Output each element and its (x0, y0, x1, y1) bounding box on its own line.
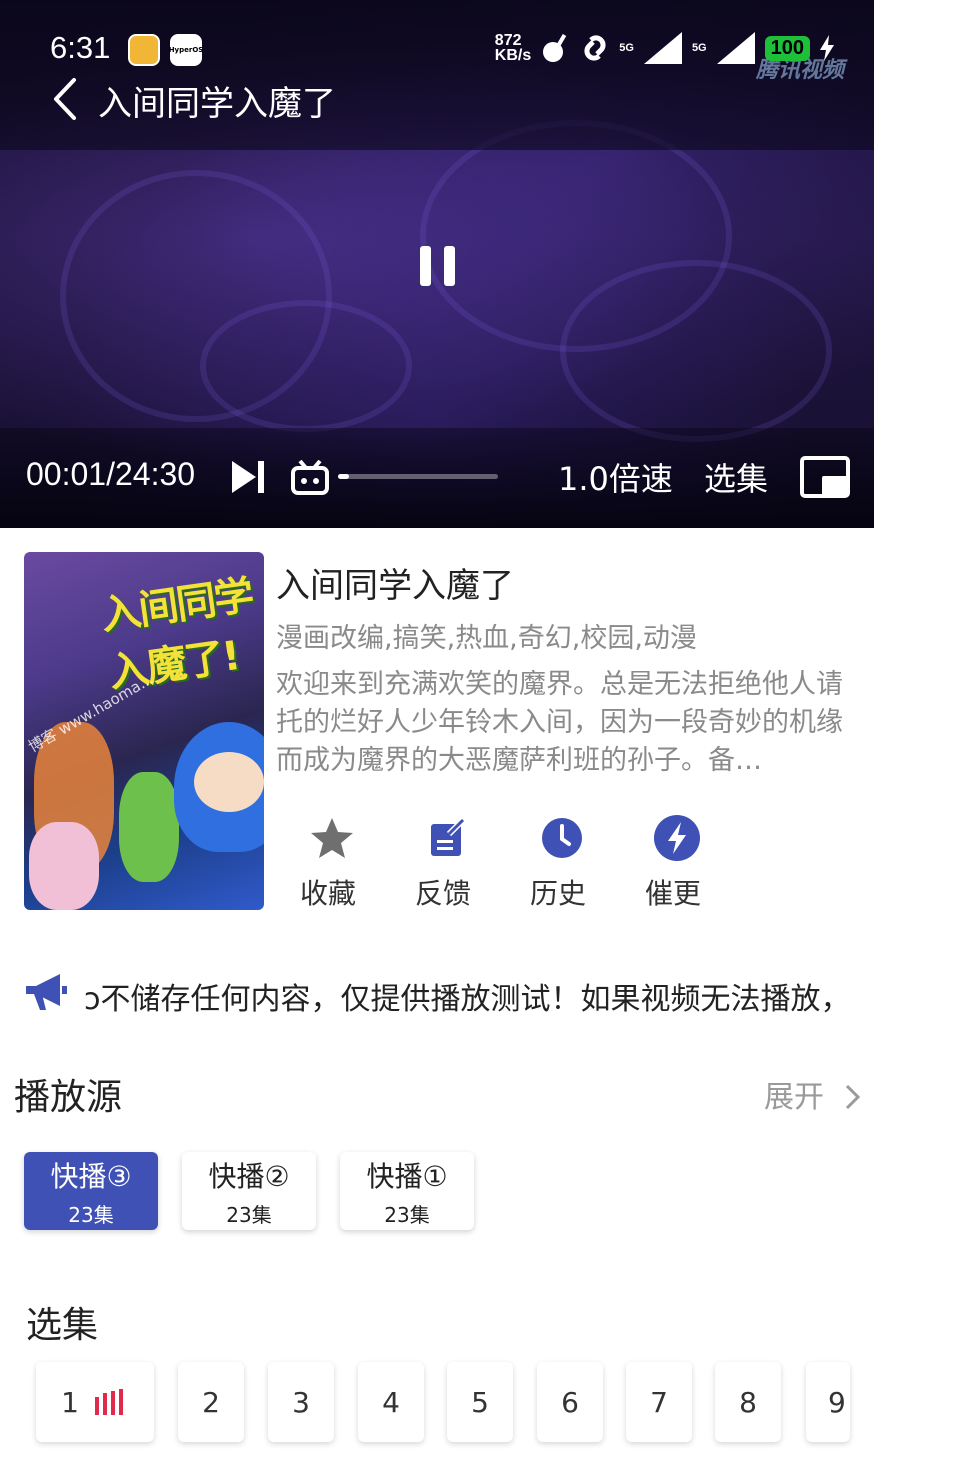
progress-fill (338, 474, 350, 479)
star-icon (308, 814, 356, 862)
chevron-right-icon (845, 1084, 860, 1110)
video-player[interactable]: 6:31 HyperOS 腾讯视频 872 KB/s 5G 5G 100 入间同… (0, 0, 874, 528)
megaphone-icon (26, 974, 67, 1010)
signal-bars-icon (643, 32, 682, 64)
episodes-button[interactable]: 选集 (704, 454, 768, 500)
picture-in-picture-icon[interactable] (800, 456, 850, 498)
poster-figure (29, 822, 99, 910)
episode-item-2[interactable]: 2 (178, 1362, 244, 1442)
feedback-button[interactable]: 反馈 (415, 814, 530, 912)
episode-number: 1 (61, 1385, 79, 1419)
poster-figure (119, 772, 179, 882)
request-update-label: 催更 (645, 877, 702, 910)
show-poster: 入间同学入魔了! 博客 www.haoma... (24, 552, 264, 910)
notice-marquee: ɔ不储存任何内容，仅提供播放测试！如果视频无法播放， (24, 972, 864, 1016)
action-bar: 收藏 反馈 历史 催更 (300, 814, 760, 912)
source-count: 23集 (226, 1202, 272, 1227)
feedback-label: 反馈 (415, 877, 472, 910)
video-frame-detail (200, 300, 412, 432)
episode-number: 6 (561, 1385, 579, 1419)
episode-number: 3 (292, 1385, 310, 1419)
poster-figure (194, 752, 264, 812)
status-time: 6:31 (50, 30, 111, 65)
history-label: 历史 (530, 877, 587, 910)
sources-title: 播放源 (14, 1077, 123, 1118)
source-name: 快播② (208, 1159, 290, 1193)
source-name: 快播③ (50, 1159, 132, 1193)
history-button[interactable]: 历史 (530, 814, 645, 912)
video-frame-detail (560, 260, 832, 442)
network-speed-value: 872 (494, 32, 522, 49)
app-page: 6:31 HyperOS 腾讯视频 872 KB/s 5G 5G 100 入间同… (0, 0, 874, 1464)
episode-number: 2 (202, 1385, 220, 1419)
show-title: 入间同学入魔了 (276, 566, 514, 606)
danmaku-tv-icon[interactable] (290, 460, 330, 496)
source-item-kuaibo-1[interactable]: 快播① 23集 (340, 1152, 474, 1230)
signal-5g-label: 5G (619, 42, 634, 54)
video-title: 入间同学入魔了 (98, 84, 336, 124)
source-count: 23集 (384, 1202, 430, 1227)
network-speed-unit: KB/s (494, 47, 532, 64)
notice-text: ɔ不储存任何内容，仅提供播放测试！如果视频无法播放， (84, 982, 851, 1016)
episode-number: 4 (382, 1385, 400, 1419)
clock-icon (538, 814, 586, 862)
playback-speed-button[interactable]: 1.0倍速 (558, 454, 673, 500)
episode-item-7[interactable]: 7 (626, 1362, 692, 1442)
top-overlay (0, 0, 874, 150)
request-update-button[interactable]: 催更 (645, 814, 760, 912)
show-genres: 漫画改编,搞笑,热血,奇幻,校园,动漫 (276, 623, 697, 654)
episode-number: 5 (471, 1385, 489, 1419)
back-arrow-icon[interactable] (48, 76, 88, 122)
episode-item-8[interactable]: 8 (715, 1362, 781, 1442)
episode-item-9[interactable]: 9 (806, 1362, 850, 1442)
source-item-kuaibo-2[interactable]: 快播② 23集 (182, 1152, 316, 1230)
favorite-label: 收藏 (300, 877, 357, 910)
episode-item-4[interactable]: 4 (358, 1362, 424, 1442)
status-indicators: 872 KB/s 5G 5G 100 (495, 32, 834, 64)
notification-app-icon (128, 34, 160, 66)
signal-5g-label-2: 5G (691, 42, 707, 54)
headset-icon (543, 33, 567, 62)
show-description[interactable]: 欢迎来到充满欢笑的魔界。总是无法拒绝他人请托的烂好人少年铃木入间，因为一段奇妙的… (276, 666, 856, 780)
network-speed: 872 KB/s (494, 32, 532, 64)
charging-icon (820, 35, 834, 61)
next-episode-icon[interactable] (230, 458, 268, 496)
episode-number: 9 (828, 1385, 846, 1419)
expand-label: 展开 (764, 1080, 824, 1115)
progress-slider[interactable] (338, 474, 498, 479)
edit-icon (423, 814, 471, 862)
source-item-kuaibo-3[interactable]: 快播③ 23集 (24, 1152, 158, 1230)
battery-indicator: 100 (764, 35, 810, 61)
episodes-title: 选集 (26, 1305, 99, 1346)
episode-item-3[interactable]: 3 (268, 1362, 334, 1442)
signal-bars-icon-2 (716, 32, 755, 64)
expand-sources-button[interactable]: 展开 (764, 1072, 862, 1116)
link-icon (584, 35, 606, 61)
source-count: 23集 (68, 1202, 114, 1227)
pause-icon[interactable] (420, 246, 456, 286)
source-list: 快播③ 23集 快播② 23集 快播① 23集 (24, 1152, 474, 1230)
episode-number: 8 (739, 1385, 757, 1419)
playing-indicator-icon (94, 1389, 123, 1415)
poster-title-logo: 入间同学入魔了! (98, 572, 256, 697)
favorite-button[interactable]: 收藏 (300, 814, 415, 912)
episode-item-5[interactable]: 5 (447, 1362, 513, 1442)
lightning-icon (653, 814, 701, 862)
episode-number: 7 (650, 1385, 668, 1419)
source-name: 快播① (366, 1159, 448, 1193)
hyperos-icon: HyperOS (169, 34, 203, 66)
playback-timecode: 00:01/24:30 (26, 456, 196, 492)
episode-item-1[interactable]: 1 (36, 1362, 154, 1442)
episode-item-6[interactable]: 6 (537, 1362, 603, 1442)
